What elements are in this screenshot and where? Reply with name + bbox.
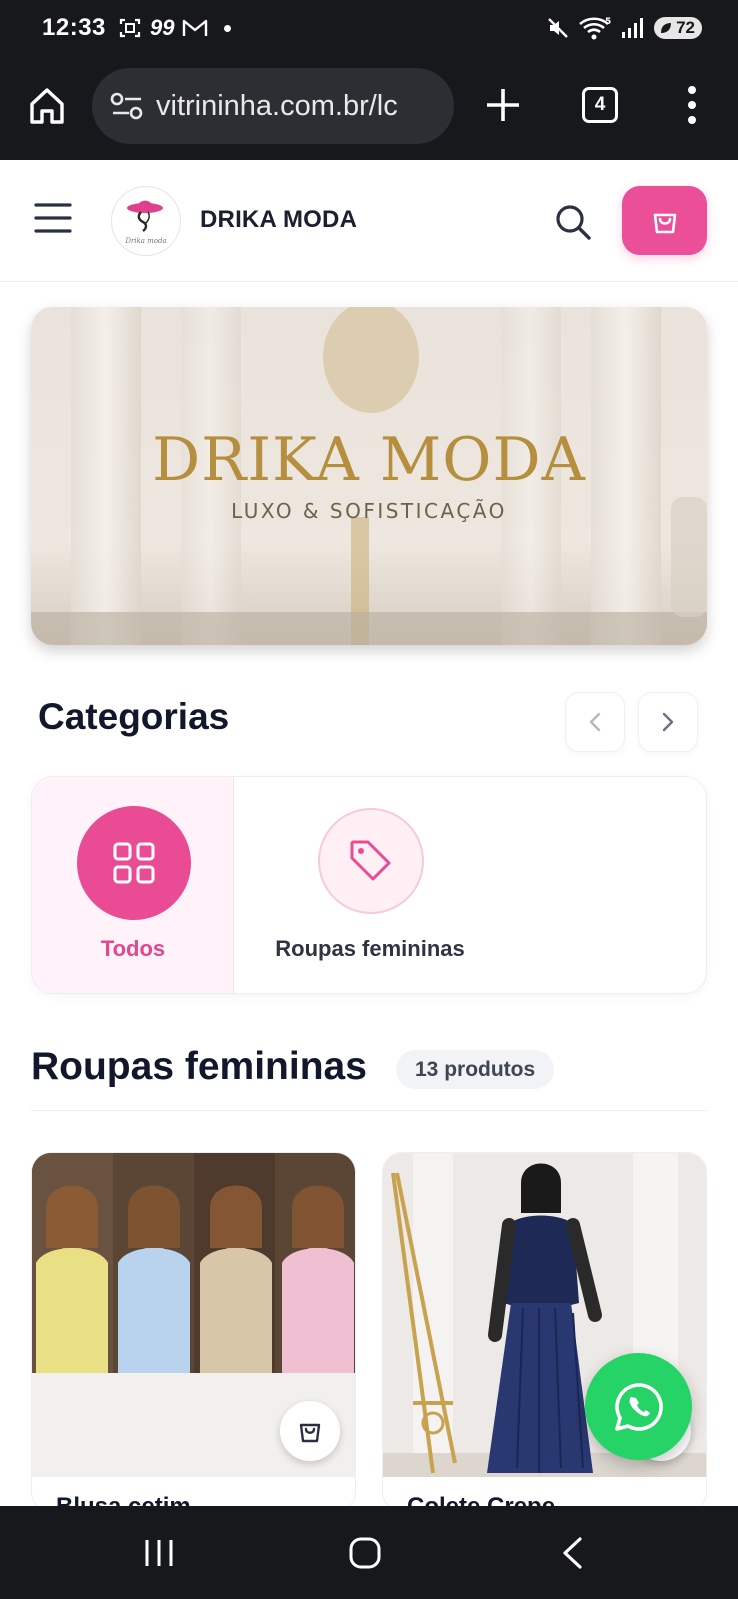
product-card[interactable]: Blusa cetim <box>31 1152 356 1512</box>
store-name[interactable]: DRIKA MODA <box>200 206 357 234</box>
add-to-cart-button[interactable] <box>280 1401 340 1461</box>
banner-title: DRIKA MODA <box>152 425 586 495</box>
recents-icon[interactable] <box>143 1538 175 1568</box>
back-icon[interactable] <box>560 1536 584 1570</box>
tag-icon <box>350 840 391 881</box>
search-icon[interactable] <box>553 202 593 242</box>
shopping-bag-icon <box>299 1423 321 1443</box>
battery-level: 72 <box>676 18 695 37</box>
status-right-icons: 5 72 <box>546 14 702 42</box>
tab-switcher-button[interactable]: 4 <box>582 87 618 123</box>
category-all-circle <box>77 806 191 920</box>
category-label: Roupas femininas <box>275 936 465 961</box>
products-section-title: Roupas femininas <box>31 1045 367 1088</box>
whatsapp-icon <box>614 1382 663 1431</box>
categories-title: Categorias <box>38 696 230 737</box>
chevron-left-icon <box>589 712 601 732</box>
store-logo-image: Drika moda <box>124 200 167 245</box>
notification-dot <box>224 24 232 32</box>
svg-text:5: 5 <box>605 17 611 27</box>
store-logo[interactable]: Drika moda <box>111 186 181 256</box>
status-left-icons: 99 <box>118 14 232 42</box>
whatsapp-button[interactable] <box>585 1353 692 1460</box>
chevron-right-icon <box>662 712 674 732</box>
svg-text:Drika moda: Drika moda <box>124 237 166 245</box>
product-count-badge: 13 produtos <box>396 1050 555 1089</box>
screenshot-icon <box>119 18 141 38</box>
battery-saver-leaf-icon <box>661 23 672 33</box>
categories-prev-button[interactable] <box>565 692 625 752</box>
banner-subtitle: LUXO & SOFISTICAÇÃO <box>231 499 507 523</box>
mute-icon <box>548 18 568 38</box>
status-time: 12:33 <box>42 14 106 41</box>
notification-count: 99 <box>150 15 175 40</box>
category-item-roupas-femininas[interactable]: Roupas femininas <box>234 777 506 993</box>
site-settings-icon[interactable] <box>110 91 144 121</box>
category-label: Todos <box>100 936 166 961</box>
plus-icon[interactable] <box>484 86 522 124</box>
grid-icon <box>113 842 155 884</box>
category-item-todos[interactable]: Todos <box>32 777 234 993</box>
url-text: vitrininha.com.br/lc <box>156 89 398 122</box>
category-roupas-circle <box>318 808 424 914</box>
battery-icon: 72 <box>654 17 702 39</box>
more-vert-icon[interactable] <box>682 84 702 126</box>
browser-toolbar: vitrininha.com.br/lc 4 <box>0 56 738 160</box>
wifi-icon: 5 <box>579 17 611 40</box>
site-header: Drika moda DRIKA MODA <box>0 160 738 282</box>
product-card[interactable]: Colete Crepe <box>382 1152 707 1512</box>
shopping-bag-icon <box>653 213 676 233</box>
hamburger-icon[interactable] <box>34 201 72 235</box>
signal-icon <box>622 18 644 38</box>
url-bar[interactable]: vitrininha.com.br/lc <box>92 68 454 144</box>
gmail-icon <box>183 19 208 36</box>
system-navigation-bar <box>0 1506 738 1599</box>
cart-button[interactable] <box>622 186 707 255</box>
home-icon[interactable] <box>28 86 66 126</box>
categories-list: Todos Roupas femininas <box>31 776 707 994</box>
divider <box>31 1110 707 1111</box>
categories-next-button[interactable] <box>638 692 698 752</box>
status-bar: 12:33 99 5 72 <box>0 0 738 56</box>
home-nav-icon[interactable] <box>348 1536 382 1570</box>
hero-banner[interactable]: DRIKA MODA LUXO & SOFISTICAÇÃO <box>31 307 707 645</box>
